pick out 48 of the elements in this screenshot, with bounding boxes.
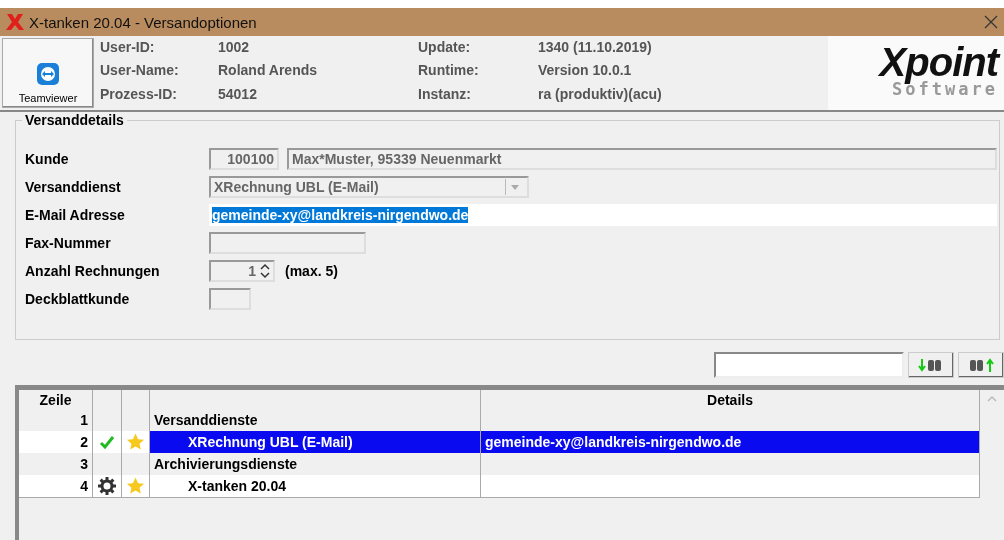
info-value: Roland Arends: [218, 63, 319, 81]
input-field[interactable]: [209, 288, 251, 310]
dropdown-value: XRechnung UBL (E-Mail): [214, 179, 379, 195]
table-cell[interactable]: XRechnung UBL (E-Mail): [150, 431, 481, 453]
info-label: Prozess-ID:: [100, 86, 179, 104]
customer-number-field: 100100: [209, 148, 279, 170]
field-label: E-Mail Adresse: [25, 207, 126, 223]
field-label: Fax-Nummer: [25, 235, 112, 251]
email-field[interactable]: gemeinde-xy@landkreis-nirgendwo.de: [209, 204, 997, 226]
binoculars-arrow-icon: [968, 357, 994, 373]
field-label: Kunde: [25, 151, 70, 167]
close-icon: [984, 15, 998, 29]
info-label: Runtime:: [418, 63, 480, 81]
x-logo-icon: [6, 13, 24, 31]
find-next-button[interactable]: [908, 352, 954, 378]
input-field[interactable]: [209, 232, 366, 254]
field-label: Deckblattkunde: [25, 291, 131, 307]
checkmark-icon: [99, 435, 115, 449]
info-label: User-Name:: [100, 63, 180, 81]
info-value: Version 10.0.1: [538, 63, 633, 81]
search-field[interactable]: [714, 352, 904, 378]
star-icon: [126, 476, 145, 496]
table-cell[interactable]: X-tanken 20.04: [150, 475, 481, 497]
window-title: X-tanken 20.04 - Versandoptionen: [29, 13, 258, 31]
customer-name-field: Max*Muster, 95339 Neuenmarkt: [287, 148, 997, 170]
group-title: Versanddetails: [22, 112, 127, 128]
gear-icon: [98, 477, 116, 495]
scroll-up-icon: [987, 396, 997, 402]
arrow-binoculars-icon: [918, 357, 944, 373]
info-value: 1340 (11.10.2019): [538, 40, 653, 57]
info-value: 54012: [218, 86, 258, 104]
spin-arrows-icon: [260, 263, 270, 279]
find-previous-button[interactable]: [958, 352, 1004, 378]
field-label: Anzahl Rechnungen: [25, 263, 161, 279]
table-cell: 4: [19, 475, 93, 497]
star-icon: [126, 432, 145, 452]
info-value: 1002: [218, 40, 251, 57]
max-note: (max. 5): [285, 263, 338, 279]
number-spinner[interactable]: 1: [209, 260, 275, 282]
info-label: User-ID:: [100, 40, 156, 57]
info-value: ra (produktiv)(acu): [538, 86, 663, 104]
info-label: Instanz:: [418, 86, 472, 104]
info-label: Update:: [418, 40, 472, 57]
teamviewer-button[interactable]: Teamviewer: [2, 38, 94, 108]
field-label: Versanddienst: [25, 179, 122, 195]
caret-icon: [511, 184, 519, 190]
arrows-app-icon: [36, 62, 60, 86]
table-cell: gemeinde-xy@landkreis-nirgendwo.de: [481, 431, 980, 453]
